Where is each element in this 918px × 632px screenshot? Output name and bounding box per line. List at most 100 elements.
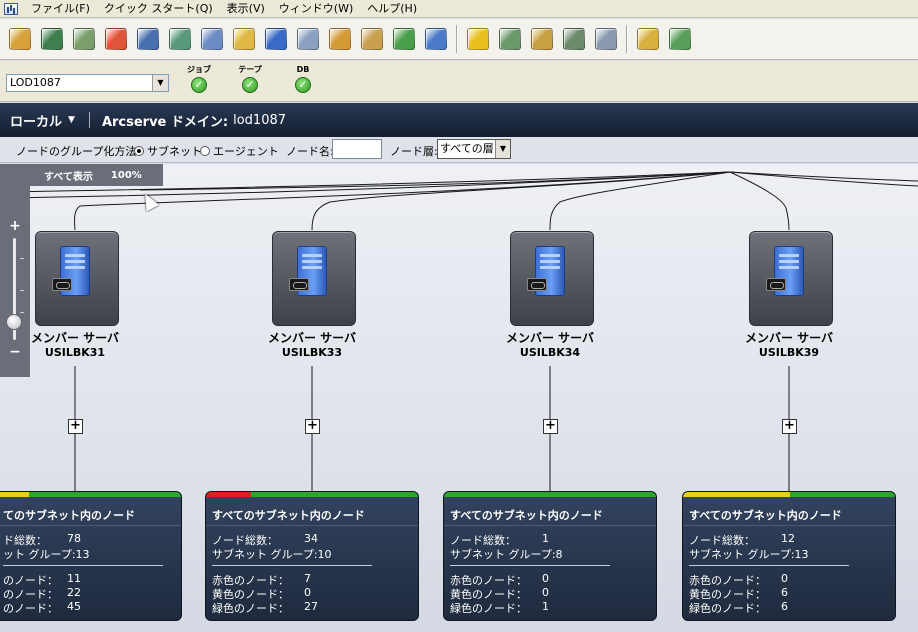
pie-report-button[interactable] [102, 24, 130, 54]
server-icon [527, 246, 569, 296]
status-db-label: DB [296, 65, 310, 74]
media-button[interactable] [166, 24, 194, 54]
green-nodes-label: 緑色のノード： [450, 602, 527, 615]
node-tier-select[interactable]: すべての層 ▼ [437, 139, 511, 159]
restore-button[interactable] [70, 24, 98, 54]
server-node[interactable] [35, 231, 119, 326]
status-tape-label: テープ [238, 65, 262, 74]
node-name-label: ノード名: [286, 145, 334, 158]
status-job[interactable]: ジョブ ✓ [181, 65, 217, 93]
domain-bar: ローカル ▼ Arcserve ドメイン: lod1087 [0, 103, 918, 137]
archive-button[interactable] [634, 24, 662, 54]
alert-button[interactable] [464, 24, 492, 54]
status-row: LOD1087 ▼ ジョブ ✓ テープ ✓ DB ✓ [0, 61, 918, 102]
app-icon[interactable] [4, 2, 18, 15]
domain-name: lod1087 [233, 112, 287, 128]
green-nodes-value: 6 [781, 600, 788, 613]
settings-button[interactable] [326, 24, 354, 54]
panel-title: すべてのサブネット内のノード [212, 509, 365, 522]
radio-icon[interactable] [200, 146, 210, 156]
copy-button[interactable] [294, 24, 322, 54]
total-value: 78 [67, 532, 81, 545]
disk-button[interactable] [198, 24, 226, 54]
expand-button[interactable]: + [543, 419, 558, 434]
network-button[interactable] [134, 24, 162, 54]
divider [206, 525, 418, 526]
database-icon [265, 28, 287, 50]
backup-button[interactable] [38, 24, 66, 54]
subnet-groups-label: サブネット グループ:8 [450, 548, 563, 561]
node-type-label: メンバー サーバ [744, 331, 834, 345]
tape-drive-icon [52, 278, 72, 291]
scale-button[interactable] [528, 24, 556, 54]
refresh-button[interactable] [390, 24, 418, 54]
server-node[interactable] [272, 231, 356, 326]
expand-button[interactable]: + [305, 419, 320, 434]
device-button[interactable] [666, 24, 694, 54]
divider [683, 525, 895, 526]
calculator-button[interactable] [560, 24, 588, 54]
green-nodes-value: 27 [304, 600, 318, 613]
yellow-nodes-value: 0 [304, 586, 311, 599]
menu-quick-start[interactable]: クイック スタート(Q) [97, 0, 220, 18]
green-nodes-label: 緑色のノード： [212, 602, 289, 615]
zoom-in-button[interactable]: + [0, 218, 30, 234]
menu-view[interactable]: 表示(V) [220, 0, 272, 18]
users-button[interactable] [358, 24, 386, 54]
filter-bar: ノードのグループ化方法: サブネット エージェント ノード名: ノード層: すべ… [0, 137, 918, 163]
chart-button[interactable] [6, 24, 34, 54]
panel-title: すべてのサブネット内のノード [689, 509, 842, 522]
scope-dropdown[interactable]: ローカル [10, 111, 62, 130]
red-nodes-value: 7 [304, 572, 311, 585]
check-icon: ✓ [191, 77, 207, 93]
tape-drive-icon [766, 278, 786, 291]
red-nodes-value: 11 [67, 572, 81, 585]
server-node[interactable] [749, 231, 833, 326]
status-bar-segment [0, 492, 29, 497]
chevron-down-icon[interactable]: ▼ [152, 75, 168, 91]
status-db[interactable]: DB ✓ [285, 65, 321, 93]
archive-icon [637, 28, 659, 50]
database-button[interactable] [262, 24, 290, 54]
zoom-slider-thumb[interactable] [6, 314, 22, 330]
node-host-label: USILBK34 [519, 346, 581, 359]
trash-button[interactable] [592, 24, 620, 54]
subnet-panel[interactable]: てのサブネット内のノード ド総数： 78 ット グループ:13 のノード： 11 のノード：… [0, 491, 182, 621]
menu-bar: ファイル(F) クイック スタート(Q) 表示(V) ウィンドウ(W) ヘルプ(… [0, 0, 918, 18]
divider [212, 565, 372, 566]
server-select[interactable]: LOD1087 ▼ [6, 74, 169, 92]
subnet-groups-label: サブネット グループ:10 [212, 548, 332, 561]
subnet-radio[interactable]: サブネット [134, 143, 202, 159]
server-node[interactable] [510, 231, 594, 326]
disk-icon [201, 28, 223, 50]
chevron-down-icon[interactable]: ▼ [68, 115, 75, 125]
subnet-panel[interactable]: すべてのサブネット内のノード ノード総数： 34 サブネット グループ:10 赤色のノー… [205, 491, 419, 621]
menu-window[interactable]: ウィンドウ(W) [272, 0, 360, 18]
expand-button[interactable]: + [68, 419, 83, 434]
calculator-icon [563, 28, 585, 50]
copy-icon [297, 28, 319, 50]
menu-file[interactable]: ファイル(F) [24, 0, 97, 18]
tape-icon [233, 28, 255, 50]
show-all-button[interactable]: すべて表示 [44, 168, 93, 183]
yellow-nodes-value: 0 [542, 586, 549, 599]
green-nodes-label: のノード： [3, 602, 58, 615]
topology-canvas[interactable]: すべて表示 100% + − メンバー サーバ USILBK31 + メンバー サーバ… [0, 164, 918, 632]
status-bar-segment [790, 492, 895, 497]
subnet-panel[interactable]: すべてのサブネット内のノード ノード総数： 1 サブネット グループ:8 赤色のノード：… [443, 491, 657, 621]
tools-button[interactable] [422, 24, 450, 54]
divider [0, 525, 181, 526]
toolbar-separator [626, 25, 628, 53]
expand-button[interactable]: + [782, 419, 797, 434]
tape-button[interactable] [230, 24, 258, 54]
zoom-level: 100% [110, 169, 142, 181]
status-tape[interactable]: テープ ✓ [232, 65, 268, 93]
node-name-input[interactable] [332, 139, 382, 159]
menu-help[interactable]: ヘルプ(H) [360, 0, 424, 18]
show-all-bar[interactable]: すべて表示 100% [0, 164, 163, 186]
radio-selected-icon[interactable] [134, 146, 144, 156]
chevron-down-icon[interactable]: ▼ [495, 140, 510, 158]
drive-button[interactable] [496, 24, 524, 54]
agent-radio[interactable]: エージェント [200, 143, 279, 159]
subnet-panel[interactable]: すべてのサブネット内のノード ノード総数： 12 サブネット グループ:13 赤色のノー… [682, 491, 896, 621]
